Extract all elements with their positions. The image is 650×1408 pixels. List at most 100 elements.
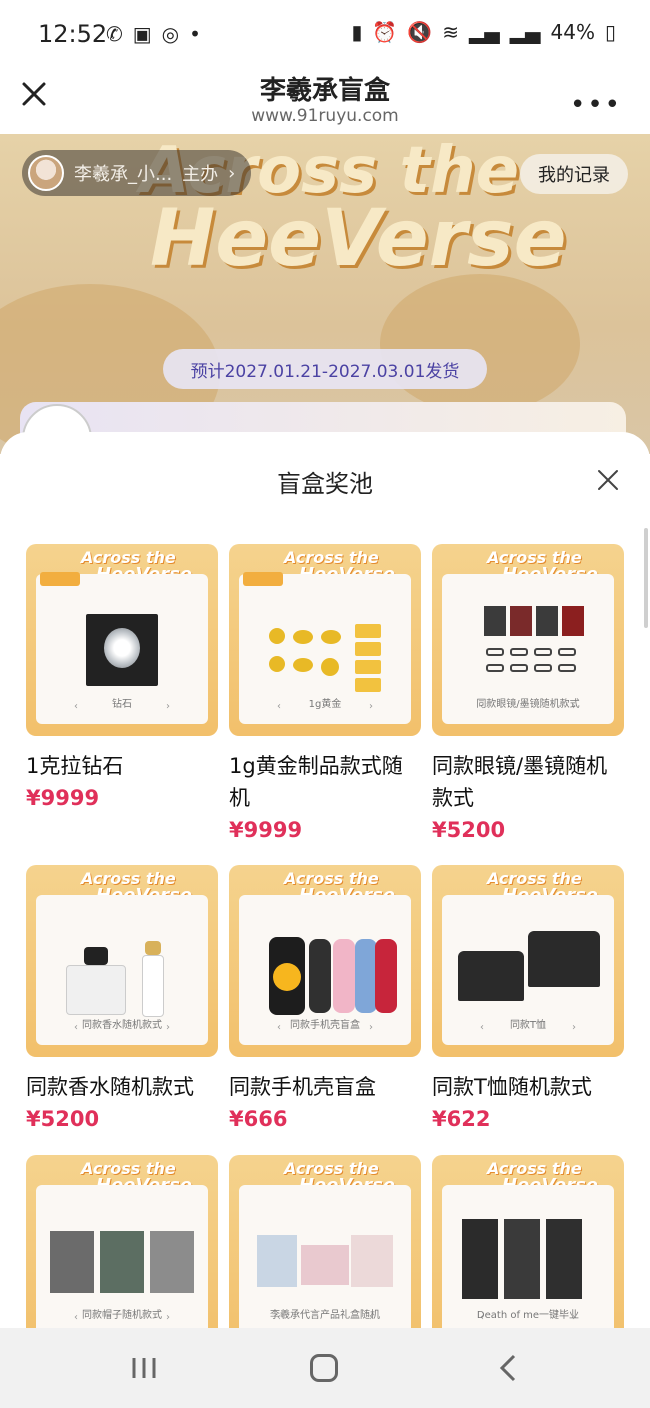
prize-card[interactable]: Across the HeeVerse ‹ › Death of me一键毕业 [432,1155,624,1328]
prize-card[interactable]: Across the HeeVerse ‹ › 同款眼镜/墨镜随机款式 同款 [432,544,624,842]
glasses [558,648,576,656]
alarm-icon: ⏰ [372,20,398,44]
mute-icon: 🔇 [407,20,433,44]
prize-thumbnail: Across the HeeVerse ‹ › Death of me一键毕业 [432,1155,624,1328]
gold-item [293,630,313,644]
prize-thumbnail: Across the HeeVerse ‹ › 李羲承代言产品礼盒随机 [229,1155,421,1328]
close-icon[interactable] [596,468,620,492]
thumb-caption: 李羲承代言产品礼盒随机 [270,1310,380,1321]
my-records-button[interactable]: 我的记录 [520,154,628,194]
missed-call-icon: ✆ [106,22,123,46]
prize-thumbnail: Across the HeeVerse ‹ › 同款T恤 [432,865,624,1057]
host-name: 李羲承_小... [74,164,173,185]
photo [351,1235,393,1287]
banner-decor [380,274,580,414]
gold-bar [355,624,381,638]
battery-icon: ▯ [604,20,616,44]
prize-name: 同款香水随机款式 [26,1075,194,1099]
glasses [510,664,528,672]
chevron-right-icon: › [228,162,236,184]
gold-item [269,628,285,644]
gold-bar [355,660,381,674]
scrollbar[interactable] [644,528,648,628]
battery-percent: 44% [550,20,595,44]
gold-item [321,630,341,644]
viber-icon: ◎ [161,22,180,46]
photo [150,1231,194,1293]
prize-name: 同款眼镜/墨镜随机款式 [432,754,608,810]
thumb-caption: 同款帽子随机款式 [82,1310,162,1321]
photo [504,1219,540,1299]
signal-icon-2: ▂▄ [509,20,541,44]
banner-art-line2: HeeVerse [150,194,567,284]
prize-pool-sheet: 盲盒奖池 Across the HeeVerse ‹ › 钻石 1克拉钻石 ¥9… [0,432,650,1328]
back-icon[interactable] [498,1354,518,1382]
prize-price: ¥9999 [26,786,100,810]
prize-price: ¥9999 [229,818,303,842]
prize-card[interactable]: Across the HeeVerse ‹ › 李羲承代言产品礼盒随机 [229,1155,421,1328]
thumb-caption: 同款香水随机款式 [82,1020,162,1031]
prize-thumbnail: Across the HeeVerse ‹ › 1g黄金 [229,544,421,736]
prize-name: 1克拉钻石 [26,754,124,778]
stamp [40,572,80,586]
photo [50,1231,94,1293]
photo [301,1245,349,1285]
prize-card[interactable]: Across the HeeVerse ‹ › 同款香水随机款式 同款香水随机款… [26,865,218,1131]
prize-card[interactable]: Across the HeeVerse ‹ › 同款T恤 同款T恤随机款式 ¥6… [432,865,624,1131]
host-pill[interactable]: 李羲承_小... 主办 › [22,150,252,196]
thumb-caption: 同款眼镜/墨镜随机款式 [476,699,580,710]
prize-price: ¥5200 [432,818,506,842]
thumb-caption: 同款T恤 [509,1020,547,1031]
glasses [486,648,504,656]
perfume-cap [84,947,108,965]
gold-bar [355,678,381,692]
home-icon[interactable] [310,1354,338,1382]
recents-icon[interactable] [130,1356,158,1380]
prize-card[interactable]: Across the HeeVerse ‹ › 1g黄金 1g黄金制品款式随机 … [229,544,421,842]
glasses [534,648,552,656]
prize-thumbnail: Across the HeeVerse ‹ › 同款帽子随机款式 [26,1155,218,1328]
photo [562,606,584,636]
signal-icon: ▂▄ [469,20,500,44]
phone-case [375,939,397,1013]
prize-card[interactable]: Across the HeeVerse ‹ › 钻石 1克拉钻石 ¥9999 [26,544,218,810]
perfume-cap [145,941,161,955]
stamp [243,572,283,586]
flower-icon [273,963,301,991]
photo [257,1235,297,1287]
diamond-image [86,614,158,686]
glasses [534,664,552,672]
phone-case [309,939,331,1013]
tshirt [458,951,524,1001]
photo [546,1219,582,1299]
prize-card[interactable]: Across the HeeVerse ‹ › 同款手机壳盲盒 同款手机壳盲盒 … [229,865,421,1131]
notification-icons: ✆ ▣ ◎ • [106,22,201,46]
glasses [558,664,576,672]
gold-bar [355,642,381,656]
glasses [510,648,528,656]
photo [536,606,558,636]
prize-name: 1g黄金制品款式随机 [229,754,403,810]
thumb-caption: 同款手机壳盲盒 [290,1020,360,1031]
sheet-title: 盲盒奖池 [277,470,373,498]
photo [462,1219,498,1299]
phone-case [355,939,377,1013]
prize-price: ¥622 [432,1107,491,1131]
perfume-bottle [142,955,164,1017]
system-navigation-bar [0,1328,650,1408]
dot-icon: • [189,22,201,46]
prize-card[interactable]: Across the HeeVerse ‹ › 同款帽子随机款式 [26,1155,218,1328]
tshirt [528,931,600,987]
battery-saver-icon: ▮ [351,20,363,44]
more-options-icon[interactable]: ••• [570,90,622,120]
wifi-icon: ≋ [442,20,459,44]
glasses [486,664,504,672]
prize-thumbnail: Across the HeeVerse ‹ › 同款香水随机款式 [26,865,218,1057]
shipping-date-badge: 预计2027.01.21-2027.03.01发货 [163,349,487,389]
prize-thumbnail: Across the HeeVerse ‹ › 同款手机壳盲盒 [229,865,421,1057]
prize-name: 同款手机壳盲盒 [229,1075,376,1099]
status-time: 12:52 [38,20,108,48]
host-role: 主办 [182,164,219,185]
prize-thumbnail: Across the HeeVerse ‹ › 同款眼镜/墨镜随机款式 [432,544,624,736]
prize-name: 同款T恤随机款式 [432,1075,592,1099]
